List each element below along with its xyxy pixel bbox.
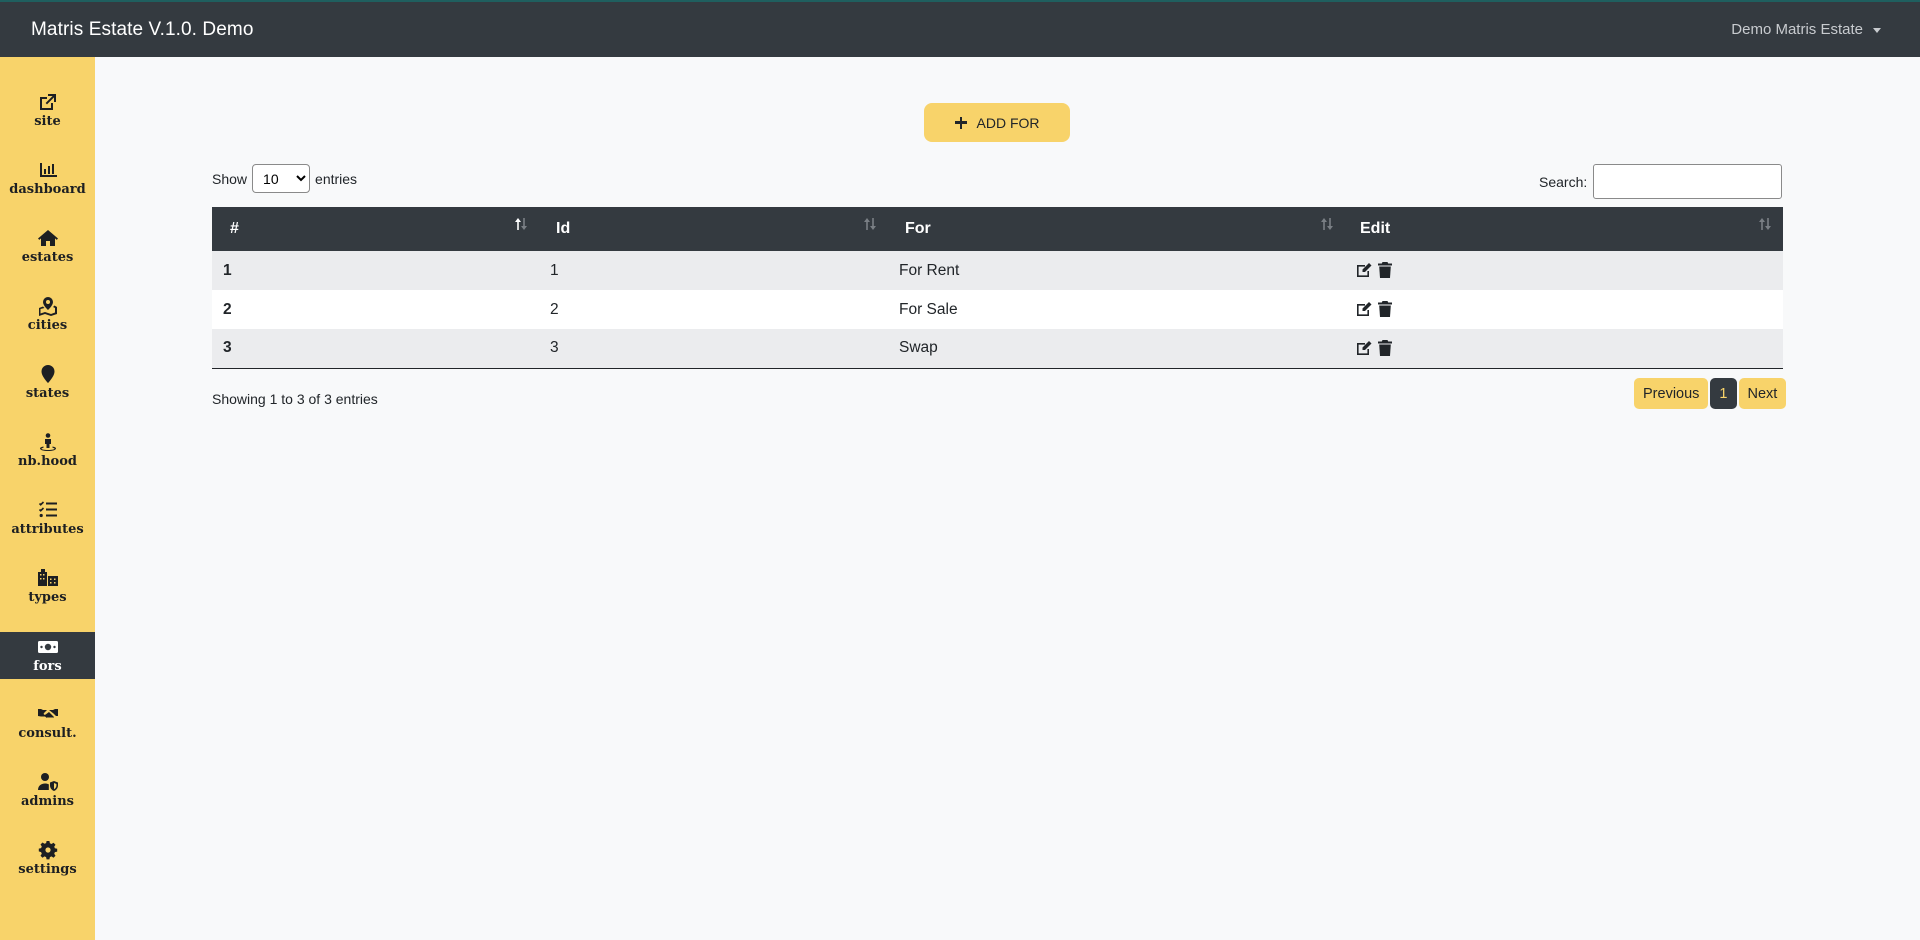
fors-table: # Id For Edit 1 1 For Rent 2 2 For Sale … (212, 207, 1783, 369)
cell-for: For Rent (899, 261, 960, 279)
main-content: ADD FOR Show 10 entries Search: # Id For… (95, 57, 1920, 940)
sidebar-item-admins[interactable]: admins (0, 771, 95, 818)
row-actions (1356, 340, 1392, 357)
column-header-for[interactable]: For (888, 207, 1345, 251)
sidebar-item-label: types (28, 590, 67, 605)
sidebar: site dashboard estates cities states nb.… (0, 57, 95, 940)
sidebar-item-label: consult. (18, 726, 77, 741)
sidebar-item-label: admins (21, 794, 74, 809)
sidebar-item-consult[interactable]: consult. (0, 703, 95, 750)
user-shield-icon (37, 773, 58, 791)
sidebar-item-fors[interactable]: fors (0, 632, 95, 679)
cell-edit (1345, 290, 1783, 329)
external-link-icon (39, 94, 56, 110)
cell-id: 2 (550, 300, 559, 318)
sidebar-item-label: nb.hood (18, 454, 77, 469)
table-row: 1 1 For Rent (212, 251, 1783, 290)
entries-length-control: Show 10 entries (212, 164, 357, 193)
handshake-icon (37, 709, 58, 718)
sidebar-item-types[interactable]: types (0, 567, 95, 614)
map-marked-icon (38, 297, 57, 316)
cell-edit (1345, 251, 1783, 290)
sidebar-item-cities[interactable]: cities (0, 295, 95, 342)
city-buildings-icon (37, 569, 58, 586)
cell-num: 1 (223, 261, 232, 279)
add-for-button[interactable]: ADD FOR (924, 103, 1070, 142)
pagination-previous-button[interactable]: Previous (1634, 378, 1709, 409)
app-brand[interactable]: Matris Estate V.1.0. Demo (31, 19, 254, 41)
sidebar-item-label: dashboard (9, 182, 86, 197)
bar-chart-icon (39, 163, 57, 177)
home-icon (37, 230, 58, 246)
table-row: 3 3 Swap (212, 329, 1783, 368)
column-header-label: Edit (1360, 220, 1391, 237)
pagination: Previous 1 Next (1634, 378, 1787, 409)
edit-icon[interactable] (1356, 340, 1373, 356)
caret-down-icon (1873, 27, 1881, 33)
sidebar-item-settings[interactable]: settings (0, 839, 95, 886)
cell-id: 3 (550, 339, 559, 357)
sidebar-item-dashboard[interactable]: dashboard (0, 159, 95, 206)
cell-id: 1 (550, 261, 559, 279)
cell-num: 2 (223, 300, 232, 318)
sidebar-item-estates[interactable]: estates (0, 227, 95, 274)
search-control: Search: (1539, 164, 1783, 199)
cell-num: 3 (223, 339, 232, 357)
gear-icon (38, 841, 57, 860)
row-actions (1356, 301, 1392, 318)
pagination-page-button[interactable]: 1 (1710, 378, 1737, 409)
sort-icon (1321, 218, 1333, 230)
sidebar-item-label: estates (21, 250, 74, 265)
sort-asc-icon (515, 218, 527, 230)
cell-for: Swap (899, 339, 938, 357)
row-actions (1356, 262, 1392, 279)
entries-per-page-select[interactable]: 10 (252, 164, 311, 193)
column-header-label: # (230, 220, 239, 237)
table-header-row: # Id For Edit (212, 207, 1783, 251)
sidebar-item-label: settings (18, 862, 77, 877)
sidebar-item-label: fors (33, 659, 62, 674)
user-menu-label: Demo Matris Estate (1731, 21, 1863, 38)
top-navbar: Matris Estate V.1.0. Demo Demo Matris Es… (0, 0, 1920, 57)
money-bill-icon (37, 641, 58, 653)
trash-icon[interactable] (1378, 301, 1392, 318)
table-info: Showing 1 to 3 of 3 entries (212, 391, 378, 407)
length-suffix: entries (315, 170, 358, 187)
column-header-id[interactable]: Id (539, 207, 888, 251)
cell-edit (1345, 329, 1783, 368)
sidebar-item-label: site (34, 114, 61, 129)
sidebar-item-label: states (25, 386, 70, 401)
column-header-num[interactable]: # (212, 207, 539, 251)
sidebar-item-states[interactable]: states (0, 363, 95, 410)
sidebar-item-label: attributes (11, 522, 84, 537)
column-header-edit[interactable]: Edit (1345, 207, 1783, 251)
edit-icon[interactable] (1356, 301, 1373, 317)
column-header-label: Id (556, 220, 571, 237)
column-header-label: For (905, 220, 931, 237)
sort-icon (864, 218, 876, 230)
search-label: Search: (1539, 173, 1588, 190)
tasks-list-icon (38, 501, 57, 518)
length-prefix: Show (212, 170, 248, 187)
pagination-next-button[interactable]: Next (1738, 378, 1787, 409)
cell-for: For Sale (899, 300, 958, 318)
trash-icon[interactable] (1378, 340, 1392, 357)
edit-icon[interactable] (1356, 262, 1373, 278)
sort-icon (1759, 218, 1771, 230)
trash-icon[interactable] (1378, 262, 1392, 279)
plus-icon (954, 116, 967, 129)
search-input[interactable] (1593, 164, 1783, 199)
map-marker-icon (41, 365, 54, 383)
user-menu-dropdown[interactable]: Demo Matris Estate (1731, 21, 1889, 38)
table-row: 2 2 For Sale (212, 290, 1783, 329)
add-for-button-label: ADD FOR (976, 114, 1040, 131)
sidebar-item-nbhood[interactable]: nb.hood (0, 431, 95, 478)
street-view-icon (39, 433, 56, 451)
sidebar-item-attributes[interactable]: attributes (0, 499, 95, 546)
sidebar-item-site[interactable]: site (0, 91, 95, 138)
sidebar-item-label: cities (27, 318, 68, 333)
